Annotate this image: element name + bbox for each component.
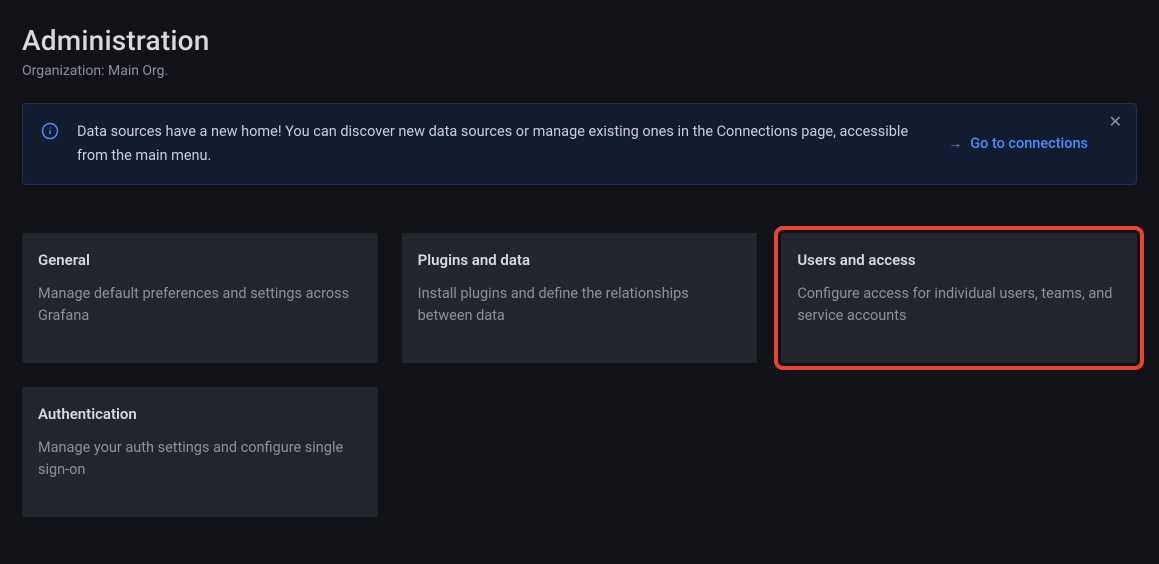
- card-title: Plugins and data: [418, 251, 742, 269]
- card-desc: Manage your auth settings and configure …: [38, 437, 362, 482]
- card-title: Authentication: [38, 405, 362, 423]
- arrow-right-icon: →: [948, 135, 962, 152]
- banner-link-label: Go to connections: [970, 135, 1088, 152]
- card-title: Users and access: [797, 251, 1121, 269]
- card-authentication[interactable]: Authentication Manage your auth settings…: [22, 387, 378, 517]
- info-icon: [41, 122, 59, 140]
- page-subtitle: Organization: Main Org.: [22, 63, 1137, 79]
- info-banner: Data sources have a new home! You can di…: [22, 103, 1137, 185]
- card-desc: Manage default preferences and settings …: [38, 283, 362, 328]
- card-desc: Configure access for individual users, t…: [797, 283, 1121, 328]
- card-plugins-and-data[interactable]: Plugins and data Install plugins and def…: [402, 233, 758, 363]
- close-icon: ✕: [1109, 112, 1122, 131]
- card-general[interactable]: General Manage default preferences and s…: [22, 233, 378, 363]
- close-banner-button[interactable]: ✕: [1109, 114, 1122, 130]
- go-to-connections-link[interactable]: → Go to connections: [948, 135, 1088, 152]
- page-title: Administration: [22, 24, 1137, 57]
- banner-text: Data sources have a new home! You can di…: [77, 120, 948, 168]
- admin-cards-grid: General Manage default preferences and s…: [22, 233, 1137, 517]
- card-title: General: [38, 251, 362, 269]
- card-desc: Install plugins and define the relations…: [418, 283, 742, 328]
- card-users-and-access[interactable]: Users and access Configure access for in…: [781, 233, 1137, 363]
